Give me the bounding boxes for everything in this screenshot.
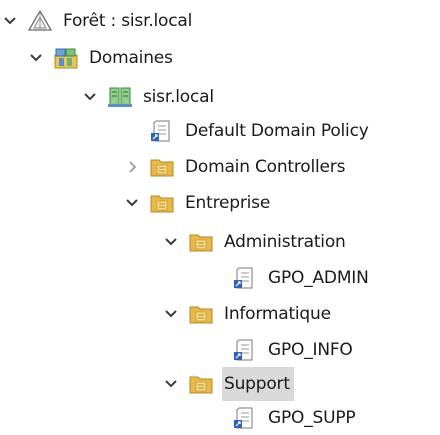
tree-node-label: Informatique [224, 304, 331, 324]
tree-node-label: Forêt : sisr.local [63, 11, 193, 31]
gpo-tree-view: Forêt : sisr.local Domaines sisr.local D… [0, 0, 440, 435]
tree-node-forest[interactable]: Forêt : sisr.local [2, 4, 196, 38]
chevron-down-icon[interactable] [163, 376, 179, 392]
chevron-down-icon[interactable] [163, 306, 179, 322]
tree-node-label: GPO_SUPP [268, 408, 356, 428]
tree-node-domains[interactable]: Domaines [28, 41, 177, 75]
gpo-link-icon [232, 406, 258, 430]
ou-folder-icon [188, 372, 214, 396]
gpo-link-icon [149, 119, 175, 143]
tree-node-gpo-info[interactable]: GPO_INFO [223, 333, 357, 367]
chevron-down-icon[interactable] [28, 50, 44, 66]
domain-icon [107, 85, 133, 109]
tree-node-label: Default Domain Policy [185, 121, 369, 141]
ou-folder-icon [188, 302, 214, 326]
chevron-down-icon[interactable] [163, 234, 179, 250]
tree-node-label: Domain Controllers [185, 157, 346, 177]
forest-icon [27, 9, 53, 33]
domains-icon [53, 46, 79, 70]
ou-folder-icon [188, 230, 214, 254]
tree-node-label: Support [222, 367, 294, 401]
tree-node-administration[interactable]: Administration [163, 225, 350, 259]
tree-node-entreprise[interactable]: Entreprise [124, 186, 274, 220]
chevron-down-icon[interactable] [2, 13, 18, 29]
tree-node-label: GPO_ADMIN [268, 268, 369, 288]
tree-node-informatique[interactable]: Informatique [163, 297, 335, 331]
tree-node-domain[interactable]: sisr.local [82, 80, 218, 114]
gpo-link-icon [232, 338, 258, 362]
tree-node-label: Domaines [89, 48, 173, 68]
chevron-down-icon[interactable] [124, 195, 140, 211]
tree-node-default-domain-policy[interactable]: Default Domain Policy [140, 114, 373, 148]
tree-node-gpo-admin[interactable]: GPO_ADMIN [223, 261, 373, 295]
tree-node-support[interactable]: Support [163, 367, 294, 401]
gpo-link-icon [232, 266, 258, 290]
tree-node-label: GPO_INFO [268, 340, 353, 360]
tree-node-label: Administration [224, 232, 346, 252]
tree-node-label: sisr.local [143, 87, 214, 107]
chevron-right-icon[interactable] [124, 159, 140, 175]
tree-node-gpo-supp[interactable]: GPO_SUPP [223, 401, 359, 435]
chevron-down-icon[interactable] [82, 89, 98, 105]
ou-folder-icon [149, 191, 175, 215]
tree-node-label: Entreprise [185, 193, 271, 213]
tree-node-domain-controllers[interactable]: Domain Controllers [124, 150, 349, 184]
ou-folder-icon [149, 155, 175, 179]
